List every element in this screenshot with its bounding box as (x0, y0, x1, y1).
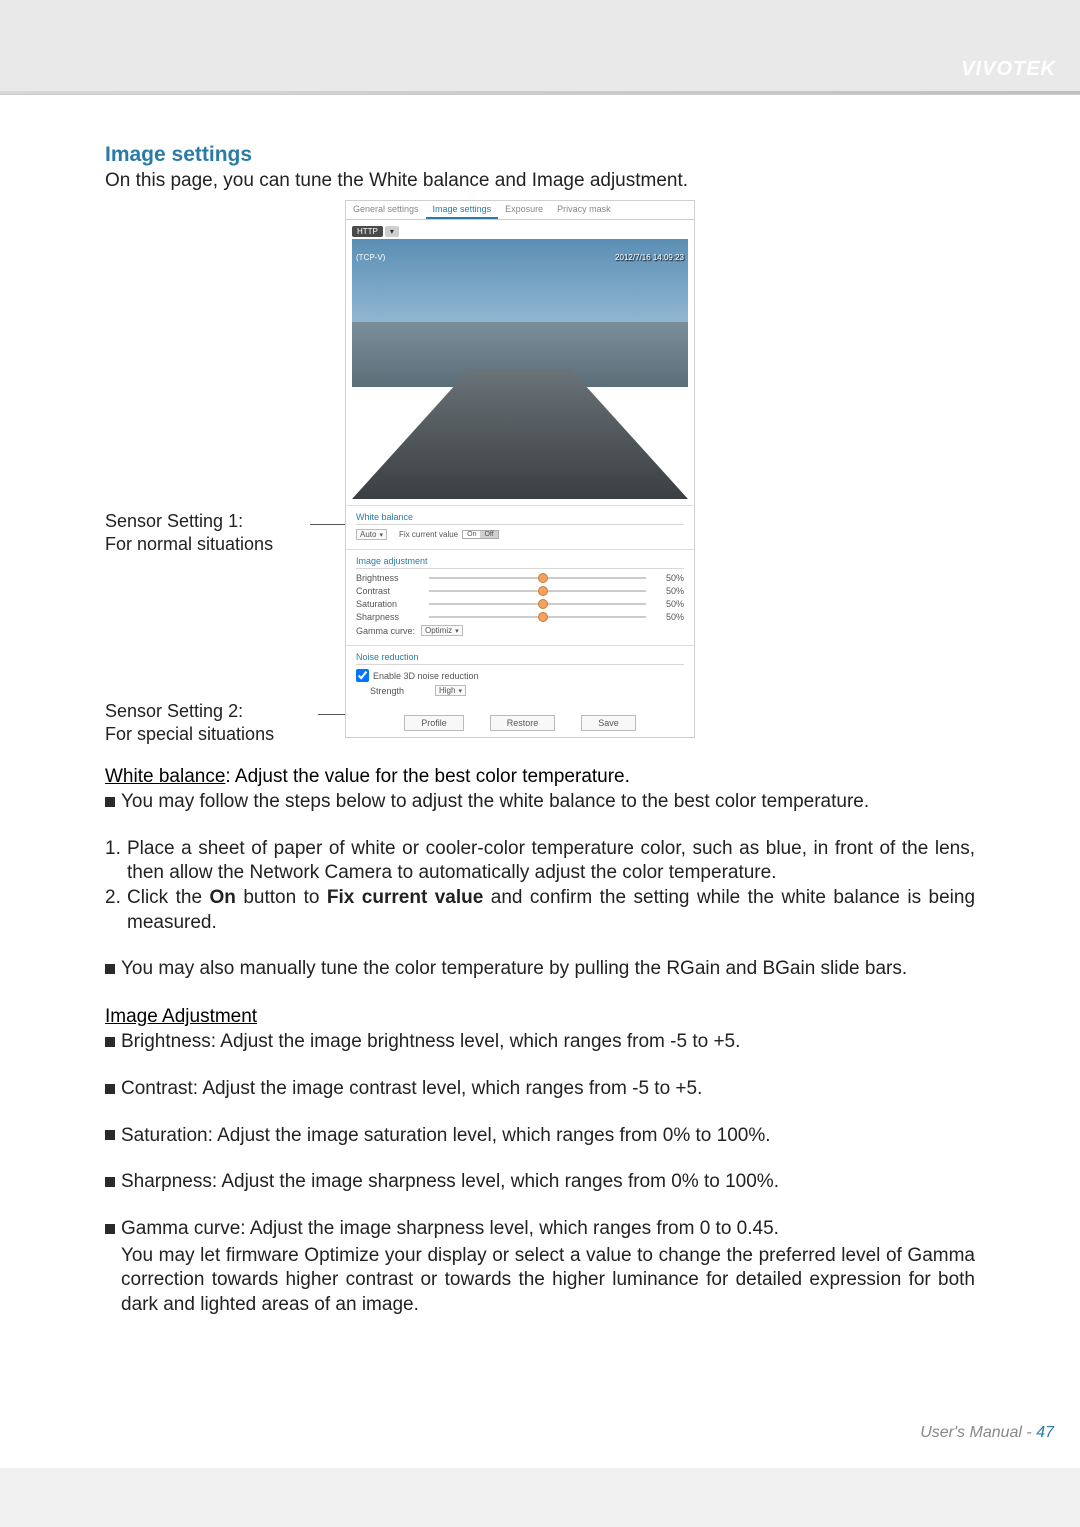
bullet-icon (105, 964, 115, 974)
image-adjustment-panel: Image adjustment Brightness 50% Contrast… (346, 549, 694, 645)
bullet-icon (105, 1130, 115, 1140)
white-balance-panel: White balance Auto Fix current value On … (346, 505, 694, 549)
wb-heading-tail: : Adjust the value for the best color te… (225, 766, 630, 787)
ia-gamma: Gamma curve: Adjust the image sharpness … (105, 1217, 975, 1242)
nr-strength-label: Strength (370, 686, 435, 696)
nr-strength-value: High (439, 686, 455, 695)
tab-privacy[interactable]: Privacy mask (550, 201, 618, 219)
annotation-sensor-2: Sensor Setting 2: For special situations (105, 700, 274, 747)
sharpness-value: 50% (654, 612, 684, 622)
bullet-icon (105, 1224, 115, 1234)
profile-button[interactable]: Profile (404, 715, 464, 731)
fix-current-label: Fix current value (399, 530, 458, 539)
badge-dropdown-icon[interactable]: ▾ (385, 226, 399, 237)
wb-heading: White balance (105, 766, 225, 787)
saturation-label: Saturation (356, 599, 421, 609)
section-title: Image settings (105, 143, 975, 167)
step-2: 2.Click the On button to Fix current val… (105, 886, 975, 935)
step-1: 1.Place a sheet of paper of white or coo… (105, 837, 975, 886)
tab-bar: General settings Image settings Exposure… (346, 201, 694, 220)
fix-toggle[interactable]: On Off (462, 530, 499, 539)
annotation-line-1 (310, 524, 345, 525)
annotation-sensor-1: Sensor Setting 1: For normal situations (105, 510, 273, 557)
wb-bullet-2: You may also manually tune the color tem… (105, 957, 975, 982)
settings-screenshot: General settings Image settings Exposure… (345, 200, 695, 738)
preview-overlay-tcp: (TCP-V) (356, 253, 385, 262)
noise-reduction-label: Noise reduction (356, 652, 684, 665)
brightness-label: Brightness (356, 573, 421, 583)
gamma-value: Optimiz (425, 626, 452, 635)
bullet-icon (105, 1177, 115, 1187)
footer-label: User's Manual - (920, 1424, 1036, 1441)
ia-saturation: Saturation: Adjust the image saturation … (105, 1124, 975, 1149)
annotation-line-2 (318, 714, 345, 715)
nr-strength-select[interactable]: High (435, 685, 466, 696)
preview-timestamp: 2012/7/16 14:09:23 (615, 253, 684, 262)
contrast-value: 50% (654, 586, 684, 596)
toggle-on: On (463, 531, 480, 538)
badge-label: HTTP (357, 227, 378, 236)
ia-contrast: Contrast: Adjust the image contrast leve… (105, 1077, 975, 1102)
page-number: 47 (1036, 1424, 1054, 1441)
video-preview: (TCP-V) 2012/7/16 14:09:23 (352, 239, 688, 499)
save-button[interactable]: Save (581, 715, 636, 731)
saturation-value: 50% (654, 599, 684, 609)
tab-general[interactable]: General settings (346, 201, 426, 219)
contrast-label: Contrast (356, 586, 421, 596)
toggle-off: Off (480, 531, 497, 538)
wb-bullet-1: You may follow the steps below to adjust… (105, 790, 975, 815)
sharpness-slider[interactable] (429, 616, 646, 618)
gamma-label: Gamma curve: (356, 626, 421, 636)
noise-reduction-panel: Noise reduction Enable 3D noise reductio… (346, 645, 694, 705)
tab-exposure[interactable]: Exposure (498, 201, 550, 219)
wb-heading-line: White balance: Adjust the value for the … (105, 766, 975, 788)
ia-brightness: Brightness: Adjust the image brightness … (105, 1030, 975, 1055)
section-intro: On this page, you can tune the White bal… (105, 170, 975, 192)
bullet-icon (105, 1037, 115, 1047)
ia-sharpness: Sharpness: Adjust the image sharpness le… (105, 1170, 975, 1195)
badge-http[interactable]: HTTP (352, 226, 383, 237)
contrast-slider[interactable] (429, 590, 646, 592)
brightness-slider[interactable] (429, 577, 646, 579)
enable-3d-nr-label: Enable 3D noise reduction (373, 671, 479, 681)
restore-button[interactable]: Restore (490, 715, 556, 731)
brightness-value: 50% (654, 573, 684, 583)
gamma-select[interactable]: Optimiz (421, 625, 463, 636)
brand-logo: VIVOTEK (961, 58, 1056, 81)
page-footer: User's Manual - 47 (920, 1424, 1054, 1442)
sharpness-label: Sharpness (356, 612, 421, 622)
page-header: VIVOTEK (0, 0, 1080, 95)
white-balance-label: White balance (356, 512, 684, 525)
image-adjustment-label: Image adjustment (356, 556, 684, 569)
button-row: Profile Restore Save (346, 715, 694, 731)
bullet-icon (105, 797, 115, 807)
enable-3d-nr-checkbox[interactable] (356, 669, 369, 682)
saturation-slider[interactable] (429, 603, 646, 605)
ia-gamma-desc: You may let firmware Optimize your displ… (105, 1244, 975, 1318)
tab-image[interactable]: Image settings (426, 201, 499, 219)
bullet-icon (105, 1084, 115, 1094)
wb-mode-select[interactable]: Auto (356, 529, 387, 540)
annotation-column: Sensor Setting 1: For normal situations … (105, 200, 345, 740)
ia-heading: Image Adjustment (105, 1006, 975, 1028)
wb-mode-value: Auto (360, 530, 376, 539)
